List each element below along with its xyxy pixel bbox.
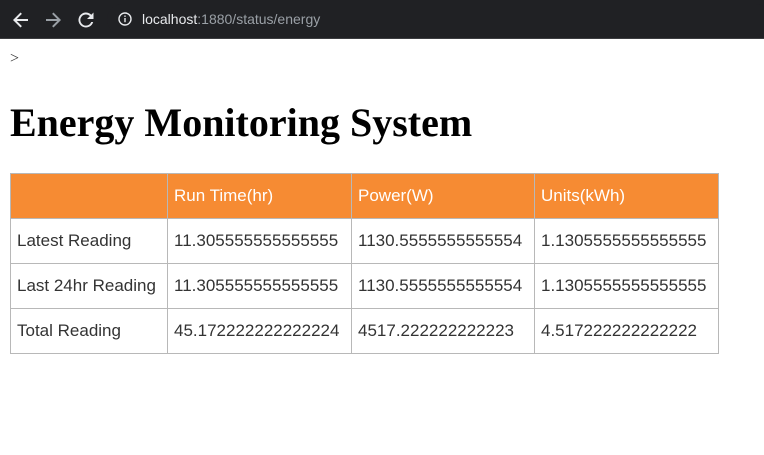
run-time-cell: 11.305555555555555 [167, 218, 352, 264]
run-time-cell: 45.172222222222224 [167, 308, 352, 354]
table-header-row: Run Time(hr) Power(W) Units(kWh) [10, 173, 719, 219]
header-power: Power(W) [351, 173, 535, 219]
arrow-left-icon [13, 12, 28, 28]
reload-icon [78, 12, 94, 28]
header-units: Units(kWh) [534, 173, 719, 219]
run-time-cell: 11.305555555555555 [167, 263, 352, 309]
info-icon[interactable] [118, 12, 132, 26]
reload-button[interactable] [75, 9, 97, 31]
units-cell: 4.517222222222222 [534, 308, 719, 354]
power-cell: 4517.222222222223 [351, 308, 535, 354]
back-button[interactable] [10, 9, 32, 31]
units-cell: 1.1305555555555555 [534, 218, 719, 264]
power-cell: 1130.5555555555554 [351, 263, 535, 309]
header-empty [10, 173, 168, 219]
url-host: localhost [142, 11, 198, 27]
table-row: Last 24hr Reading 11.305555555555555 113… [10, 263, 719, 309]
table-row: Latest Reading 11.305555555555555 1130.5… [10, 218, 719, 264]
page-title: Energy Monitoring System [10, 100, 473, 145]
arrow-right-icon [46, 12, 61, 28]
row-label: Last 24hr Reading [10, 263, 168, 309]
address-bar[interactable]: localhost:1880/status/energy [107, 4, 764, 35]
row-label: Latest Reading [10, 218, 168, 264]
row-label: Total Reading [10, 308, 168, 354]
url-path: :1880/status/energy [197, 11, 321, 27]
table-row: Total Reading 45.172222222222224 4517.22… [10, 308, 719, 354]
header-run-time: Run Time(hr) [167, 173, 352, 219]
browser-toolbar: localhost:1880/status/energy [0, 0, 764, 39]
page-content: > Energy Monitoring System Run Time(hr) … [0, 40, 764, 455]
forward-button[interactable] [42, 9, 64, 31]
energy-table: Run Time(hr) Power(W) Units(kWh) Latest … [10, 173, 719, 354]
stray-text: > [10, 50, 20, 67]
units-cell: 1.1305555555555555 [534, 263, 719, 309]
power-cell: 1130.5555555555554 [351, 218, 535, 264]
url-text[interactable]: localhost:1880/status/energy [142, 11, 320, 28]
